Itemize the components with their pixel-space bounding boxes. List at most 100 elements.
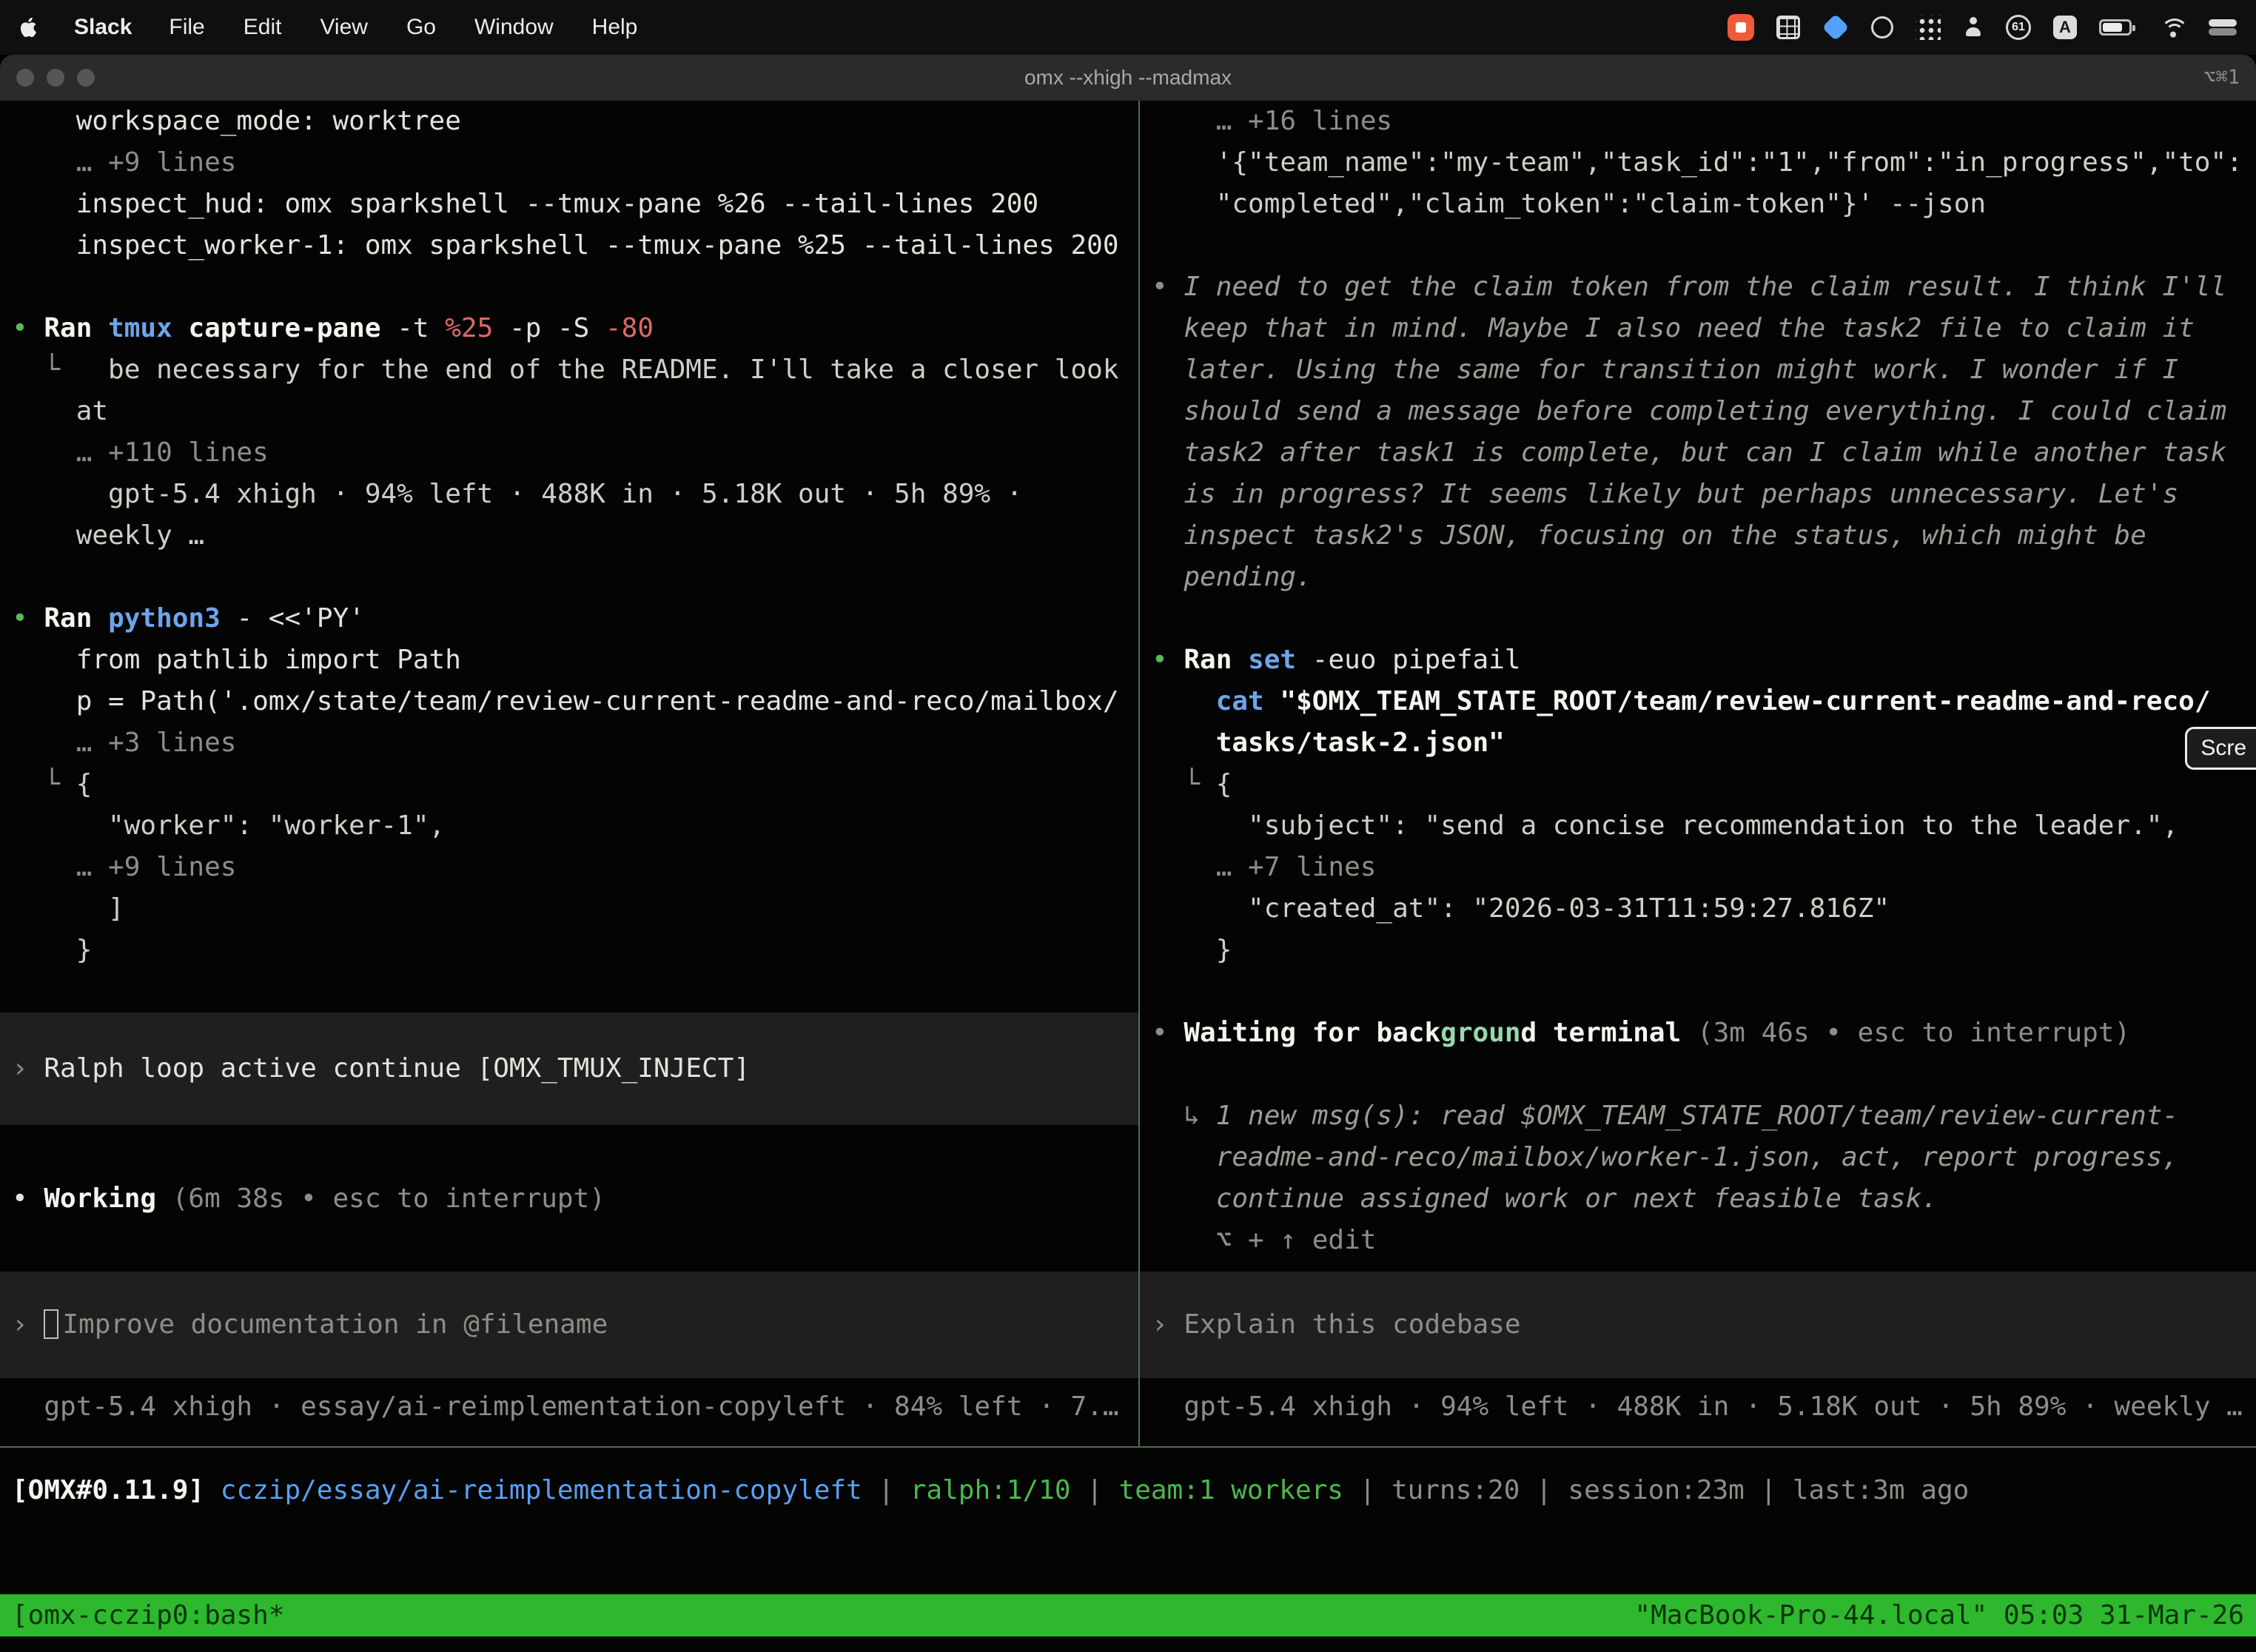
title-bar[interactable]: omx --xhigh --madmax ⌥⌘1 <box>0 55 2256 101</box>
terminal-text: workspace_mode: worktree <box>12 106 461 136</box>
terminal-text: -euo pipefail <box>1312 645 1521 675</box>
terminal-text: • <box>12 603 44 634</box>
terminal-text: "created_at": "2026-03-31T11:59:27.816Z" <box>1152 893 1890 924</box>
terminal-text: … +9 lines <box>12 147 236 178</box>
menu-bar: Slack File Edit View Go Window Help 61 A <box>0 0 2256 55</box>
menu-item-window[interactable]: Window <box>474 15 554 40</box>
app-circle-icon[interactable] <box>1871 16 1893 38</box>
terminal-text: d terminal <box>1521 1018 1697 1048</box>
terminal-line: should send a message before completing … <box>1140 391 2256 432</box>
apple-menu[interactable] <box>19 17 37 38</box>
terminal-text: … +3 lines <box>12 728 236 758</box>
terminal-text: tasks/task-2.json" <box>1216 728 1505 758</box>
terminal-text: ⌥ + ↑ edit <box>1152 1225 1376 1255</box>
terminal-text: %25 <box>445 313 509 343</box>
terminal-line: tasks/task-2.json" <box>1140 722 2256 764</box>
terminal-text: -80 <box>605 313 654 343</box>
bottom-divider <box>0 1446 2256 1448</box>
terminal-line: inspect_worker-1: omx sparkshell --tmux-… <box>0 225 1138 266</box>
text-cursor <box>44 1309 58 1339</box>
terminal-text: └ <box>1152 769 1216 799</box>
terminal-text: continue assigned work or next feasible … <box>1152 1183 1938 1214</box>
terminal-line: gpt-5.4 xhigh · 94% left · 488K in · 5.1… <box>0 474 1138 515</box>
menu-item-file[interactable]: File <box>169 15 204 40</box>
terminal-text: task2 after task1 is complete, but can I… <box>1152 437 2226 468</box>
terminal-line: from pathlib import Path <box>0 639 1138 681</box>
terminal-text: last:3m ago <box>1793 1475 1969 1505</box>
percent-badge-icon[interactable]: 61 <box>2006 15 2031 40</box>
control-center-icon[interactable] <box>2209 18 2237 37</box>
omx-status-text: [OMX#0.11.9] cczip/essay/ai-reimplementa… <box>0 1470 2256 1511</box>
battery-icon[interactable] <box>2099 19 2132 36</box>
terminal-line: └ { <box>0 764 1138 805</box>
terminal-text: ] <box>12 893 124 924</box>
terminal-text: at <box>12 396 108 426</box>
menu-item-view[interactable]: View <box>320 15 367 40</box>
terminal-line: cat "$OMX_TEAM_STATE_ROOT/team/review-cu… <box>1140 681 2256 722</box>
terminal-text: [OMX#0.11.9] <box>12 1475 221 1505</box>
terminal-line: gpt-5.4 xhigh · essay/ai-reimplementatio… <box>0 1386 1138 1428</box>
terminal-text: turns:20 <box>1391 1475 1520 1505</box>
terminal-text: pending. <box>1152 562 1312 592</box>
prompt-band[interactable]: › Ralph loop active continue [OMX_TMUX_I… <box>0 1013 1138 1125</box>
terminal-text: | <box>862 1475 910 1505</box>
spacer <box>0 971 1138 1013</box>
terminal-text: -t <box>397 313 445 343</box>
terminal-line: › Ralph loop active continue [OMX_TMUX_I… <box>0 1048 1138 1089</box>
prompt-band[interactable]: › Improve documentation in @filename <box>0 1272 1138 1378</box>
terminal-text: p = Path('.omx/state/team/review-current… <box>12 686 1119 716</box>
terminal-text: › <box>12 1053 44 1084</box>
terminal-text: ↳ <box>1152 1101 1216 1131</box>
menu-item-edit[interactable]: Edit <box>244 15 282 40</box>
spacer <box>0 1220 1138 1272</box>
terminal-text: Improve documentation in @filename <box>62 1309 608 1340</box>
terminal-text: Ran <box>44 313 108 343</box>
terminal-text: session:23m <box>1568 1475 1744 1505</box>
wifi-icon[interactable] <box>2160 16 2186 38</box>
terminal-line <box>0 266 1138 308</box>
terminal-line: inspect task2's JSON, focusing on the st… <box>1140 515 2256 557</box>
terminal-line: … +110 lines <box>0 432 1138 474</box>
terminal-text: gpt-5.4 xhigh · essay/ai-reimplementatio… <box>12 1391 1119 1422</box>
menu-item-go[interactable]: Go <box>406 15 436 40</box>
terminal-line: ] <box>0 888 1138 930</box>
terminal-line: "created_at": "2026-03-31T11:59:27.816Z" <box>1140 888 2256 930</box>
terminal-line: p = Path('.omx/state/team/review-current… <box>0 681 1138 722</box>
terminal-line: • Waiting for background terminal (3m 46… <box>1140 1013 2256 1054</box>
tmux-host-time-label: "MacBook-Pro-44.local" 05:03 31-Mar-26 <box>1634 1594 2244 1636</box>
left-pane[interactable]: workspace_mode: worktree … +9 lines insp… <box>0 101 1138 1446</box>
terminal-text: | <box>1745 1475 1793 1505</box>
terminal-line: … +7 lines <box>1140 847 2256 888</box>
prompt-band[interactable]: › Explain this codebase <box>1140 1272 2256 1378</box>
dots-grid-icon[interactable] <box>1916 15 1941 40</box>
omx-status-line: [OMX#0.11.9] cczip/essay/ai-reimplementa… <box>0 1470 2256 1511</box>
terminal-line: workspace_mode: worktree <box>0 101 1138 142</box>
terminal-text: python3 <box>108 603 236 634</box>
terminal-window: omx --xhigh --madmax ⌥⌘1 workspace_mode:… <box>0 55 2256 1652</box>
terminal-line: • Working (6m 38s • esc to interrupt) <box>0 1178 1138 1220</box>
terminal-line: readme-and-reco/mailbox/worker-1.json, a… <box>1140 1137 2256 1178</box>
terminal-line: • Ran set -euo pipefail <box>1140 639 2256 681</box>
terminal-text: ralph:1/10 <box>910 1475 1071 1505</box>
right-pane[interactable]: … +16 lines '{"team_name":"my-team","tas… <box>1140 101 2256 1446</box>
terminal-text: is in progress? It seems likely but perh… <box>1152 479 2178 509</box>
terminal-line: is in progress? It seems likely but perh… <box>1140 474 2256 515</box>
terminal-line: └ be necessary for the end of the README… <box>0 349 1138 391</box>
terminal-text: Explain this codebase <box>1184 1309 1520 1340</box>
terminal-text: … +16 lines <box>1152 106 1392 136</box>
terminal-text: -p -S <box>509 313 605 343</box>
menu-bar-status: 61 A <box>1728 14 2237 41</box>
screen-edge-overlay-button[interactable]: Scre <box>2185 727 2256 770</box>
app-menu[interactable]: Slack <box>74 15 132 40</box>
terminal-text: { <box>1216 769 1232 799</box>
menu-item-help[interactable]: Help <box>592 15 638 40</box>
terminal-line: ↳ 1 new msg(s): read $OMX_TEAM_STATE_ROO… <box>1140 1095 2256 1137</box>
grid-icon[interactable] <box>1776 16 1800 39</box>
terminal-text: Ran <box>1184 645 1248 675</box>
raycast-icon[interactable] <box>1822 14 1850 41</box>
input-source-icon[interactable]: A <box>2053 16 2077 39</box>
terminal-text: … +9 lines <box>12 852 236 882</box>
terminal-line: keep that in mind. Maybe I also need the… <box>1140 308 2256 349</box>
user-silhouette-icon[interactable] <box>1963 15 1984 40</box>
screen-recording-indicator[interactable] <box>1728 14 1754 41</box>
